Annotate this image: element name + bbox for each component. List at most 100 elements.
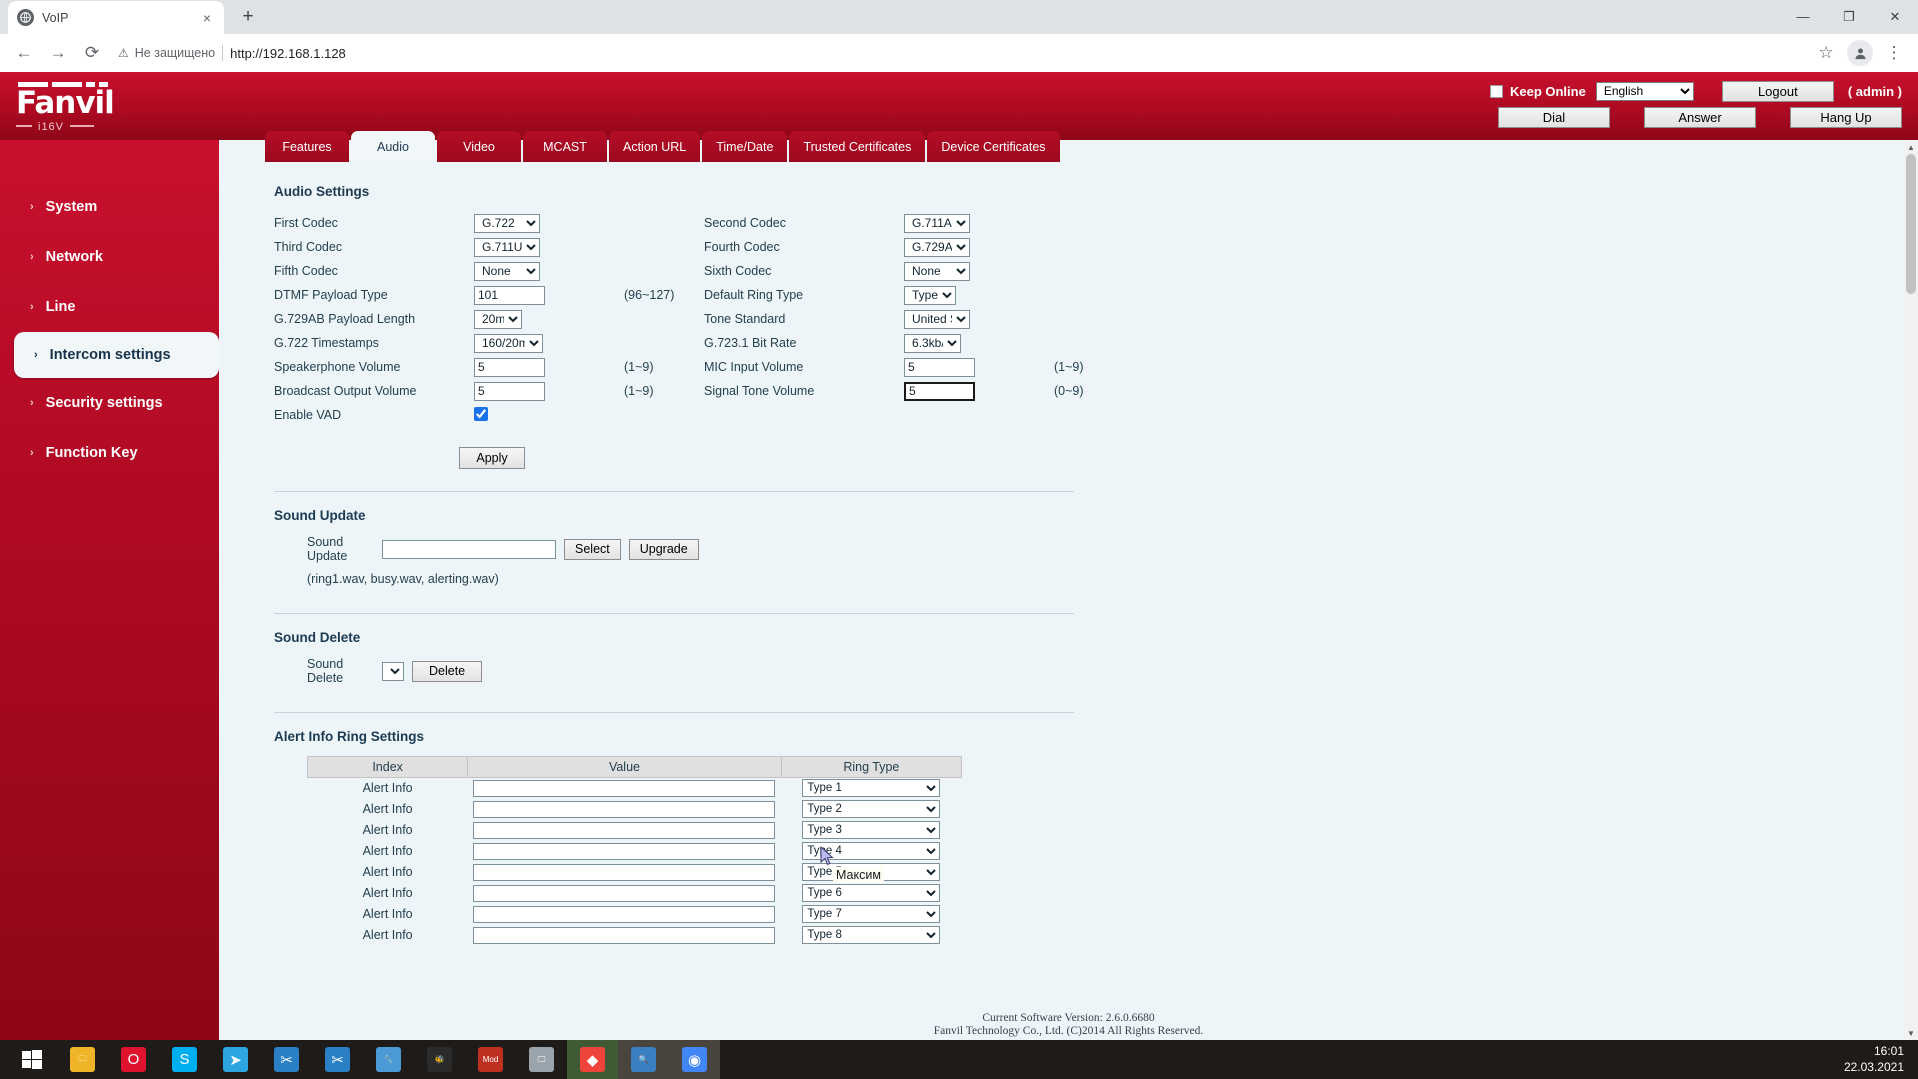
- alert-info-ring-type-select[interactable]: Type 3: [802, 821, 940, 839]
- mic-input-volume-input[interactable]: [904, 358, 975, 377]
- sidebar-item-function-key[interactable]: ›Function Key: [0, 428, 219, 478]
- sidebar-item-system[interactable]: ›System: [0, 182, 219, 232]
- field-hint: [1054, 307, 1134, 331]
- alert-info-value-input[interactable]: [473, 801, 775, 818]
- close-icon[interactable]: ×: [199, 11, 215, 25]
- system-clock[interactable]: 16:01 22.03.2021: [1844, 1043, 1904, 1075]
- alert-info-value-input[interactable]: [473, 780, 775, 797]
- alert-info-ring-type-select[interactable]: Type 2: [802, 800, 940, 818]
- hangup-button[interactable]: Hang Up: [1790, 107, 1902, 128]
- sidebar-item-label: Security settings: [46, 395, 163, 411]
- apply-button[interactable]: Apply: [459, 447, 525, 469]
- broadcast-output-volume-input[interactable]: [474, 382, 545, 401]
- taskbar-item[interactable]: O: [108, 1040, 159, 1079]
- keep-online-checkbox[interactable]: [1490, 85, 1503, 98]
- security-status[interactable]: ⚠ Не защищено: [118, 46, 215, 60]
- browser-tab[interactable]: VoIP ×: [8, 1, 224, 34]
- g-729ab-payload-length-select[interactable]: 20ms: [474, 310, 522, 329]
- start-button[interactable]: [6, 1040, 57, 1079]
- alert-info-value-input[interactable]: [473, 864, 775, 881]
- alert-info-ring-type-select[interactable]: Type 1: [802, 779, 940, 797]
- third-codec-select[interactable]: G.711U: [474, 238, 540, 257]
- upgrade-button[interactable]: Upgrade: [629, 539, 699, 560]
- tab-video[interactable]: Video: [437, 131, 521, 162]
- taskbar-item[interactable]: ➤: [210, 1040, 261, 1079]
- bookmark-star-icon[interactable]: ☆: [1810, 37, 1842, 69]
- alert-info-ring-type-select[interactable]: Type 7: [802, 905, 940, 923]
- second-codec-select[interactable]: G.711A: [904, 214, 970, 233]
- fourth-codec-select[interactable]: G.729AB: [904, 238, 970, 257]
- sidebar-item-label: Line: [46, 299, 76, 315]
- taskbar-item[interactable]: 🔧: [363, 1040, 414, 1079]
- taskbar-item[interactable]: 🔍: [618, 1040, 669, 1079]
- alert-info-value-input[interactable]: [473, 822, 775, 839]
- logout-button[interactable]: Logout: [1722, 81, 1834, 102]
- chevron-right-icon: ›: [34, 349, 38, 361]
- g-723-1-bit-rate-select[interactable]: 6.3kb/s: [904, 334, 961, 353]
- sidebar-item-intercom-settings[interactable]: ›Intercom settings: [14, 332, 219, 378]
- tab-mcast[interactable]: MCAST: [523, 131, 607, 162]
- alert-info-ring-cell: Type 2: [781, 799, 961, 820]
- minimize-button[interactable]: —: [1780, 0, 1826, 33]
- alert-table-header: IndexValueRing Type: [308, 757, 962, 778]
- taskbar-item[interactable]: ✂: [312, 1040, 363, 1079]
- sidebar-item-security-settings[interactable]: ›Security settings: [0, 378, 219, 428]
- tab-action-url[interactable]: Action URL: [609, 131, 700, 162]
- first-codec-select[interactable]: G.722: [474, 214, 540, 233]
- field-label: First Codec: [274, 211, 474, 235]
- alert-info-value-input[interactable]: [473, 927, 775, 944]
- signal-tone-volume-input[interactable]: [904, 382, 975, 401]
- sound-delete-select[interactable]: [382, 662, 404, 681]
- alert-info-ring-type-select[interactable]: Type 6: [802, 884, 940, 902]
- scroll-down-icon[interactable]: ▼: [1904, 1026, 1918, 1040]
- delete-button[interactable]: Delete: [412, 661, 482, 682]
- language-select[interactable]: English: [1596, 82, 1694, 101]
- web-page: Fanvil i16V Keep Online English Logout (…: [0, 72, 1918, 1040]
- alert-info-value-input[interactable]: [473, 906, 775, 923]
- sixth-codec-select[interactable]: None: [904, 262, 970, 281]
- tab-time-date[interactable]: Time/Date: [702, 131, 787, 162]
- taskbar-item[interactable]: 🖵: [516, 1040, 567, 1079]
- taskbar-item[interactable]: Mod: [465, 1040, 516, 1079]
- dial-button[interactable]: Dial: [1498, 107, 1610, 128]
- speakerphone-volume-input[interactable]: [474, 358, 545, 377]
- answer-button[interactable]: Answer: [1644, 107, 1756, 128]
- scroll-up-icon[interactable]: ▲: [1904, 140, 1918, 154]
- alert-info-ring-type-select[interactable]: Type 8: [802, 926, 940, 944]
- tab-trusted-certificates[interactable]: Trusted Certificates: [789, 131, 925, 162]
- profile-avatar-button[interactable]: [1844, 37, 1876, 69]
- taskbar-item[interactable]: ◉: [669, 1040, 720, 1079]
- dtmf-payload-type-input[interactable]: [474, 286, 545, 305]
- sound-update-input[interactable]: [382, 540, 556, 559]
- forward-icon[interactable]: →: [42, 37, 74, 69]
- tab-features[interactable]: Features: [265, 131, 349, 162]
- browser-menu-icon[interactable]: ⋮: [1878, 37, 1910, 69]
- tab-device-certificates[interactable]: Device Certificates: [927, 131, 1059, 162]
- address-bar[interactable]: ⚠ Не защищено http://192.168.1.128: [118, 39, 1800, 67]
- taskbar-item[interactable]: 🐝: [414, 1040, 465, 1079]
- back-icon[interactable]: ←: [8, 37, 40, 69]
- sidebar-item-line[interactable]: ›Line: [0, 282, 219, 332]
- alert-info-value-cell: [468, 925, 781, 946]
- new-tab-button[interactable]: +: [234, 3, 262, 31]
- page-scrollbar[interactable]: ▲ ▼: [1904, 140, 1918, 1040]
- tab-audio[interactable]: Audio: [351, 131, 435, 162]
- fifth-codec-select[interactable]: None: [474, 262, 540, 281]
- scrollbar-thumb[interactable]: [1906, 154, 1916, 294]
- g-722-timestamps-select[interactable]: 160/20ms: [474, 334, 543, 353]
- alert-info-value-input[interactable]: [473, 885, 775, 902]
- alert-info-value-input[interactable]: [473, 843, 775, 860]
- sidebar-item-network[interactable]: ›Network: [0, 232, 219, 282]
- taskbar-item[interactable]: ◆: [567, 1040, 618, 1079]
- sidebar-nav: ›System›Network›Line›Intercom settings›S…: [0, 140, 219, 1040]
- taskbar-item[interactable]: ✂: [261, 1040, 312, 1079]
- tone-standard-select[interactable]: United Sta: [904, 310, 970, 329]
- reload-icon[interactable]: ⟳: [76, 37, 108, 69]
- select-file-button[interactable]: Select: [564, 539, 621, 560]
- close-window-button[interactable]: ✕: [1872, 0, 1918, 33]
- default-ring-type-select[interactable]: Type 1: [904, 286, 956, 305]
- taskbar-item[interactable]: 🗀: [57, 1040, 108, 1079]
- taskbar-item[interactable]: S: [159, 1040, 210, 1079]
- enable-vad-checkbox[interactable]: [474, 407, 488, 421]
- maximize-button[interactable]: ❐: [1826, 0, 1872, 33]
